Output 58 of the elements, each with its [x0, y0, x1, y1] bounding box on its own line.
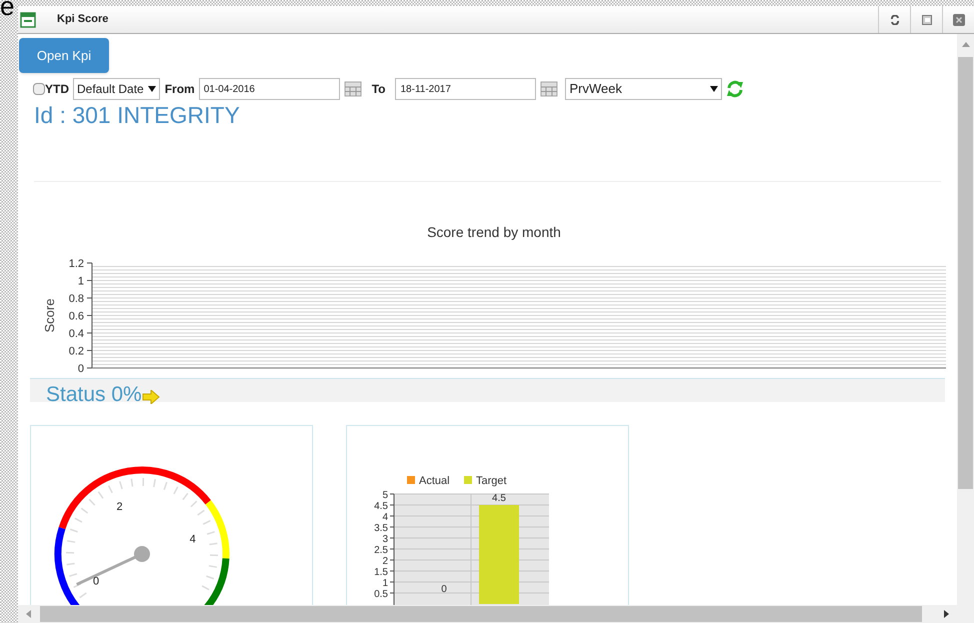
caret-icon	[710, 86, 718, 92]
status-label: Status 0%	[46, 384, 142, 406]
from-date-field[interactable]: 01-04-2016	[198, 78, 340, 100]
y-tick-label: 2	[382, 556, 388, 567]
arrow-icon	[142, 390, 160, 404]
y-tick-label: 1	[78, 276, 84, 288]
y-tick-label: 0.4	[68, 328, 84, 340]
y-tick-label: 0.8	[68, 293, 84, 305]
kpi-title: Id : 301 INTEGRITY	[34, 101, 241, 129]
y-tick-label: 0	[78, 363, 84, 375]
y-tick-label: 3	[382, 534, 388, 545]
clipped-text: e	[0, 0, 14, 19]
scroll-right-icon[interactable]	[944, 610, 949, 618]
axis-title: Score	[42, 298, 57, 332]
from-label: From	[164, 81, 195, 98]
y-tick-label: 5	[382, 490, 388, 501]
refresh-icon[interactable]	[726, 80, 744, 98]
period-select[interactable]: PrvWeek	[565, 78, 722, 100]
window-title: Kpi Score	[57, 12, 108, 28]
horizontal-scrollbar[interactable]	[18, 605, 974, 623]
y-tick-label: 1	[382, 578, 388, 589]
close-icon	[952, 14, 964, 26]
ytd-checkbox[interactable]	[33, 83, 45, 95]
legend-label: Actual	[419, 475, 450, 487]
reload-icon	[890, 14, 900, 24]
data-label: 0	[441, 584, 447, 595]
to-date-field[interactable]: 18-11-2017	[395, 78, 536, 100]
date-mode-select[interactable]: Default Date	[73, 78, 160, 100]
maximize-icon	[922, 14, 932, 24]
y-tick-label: 4	[382, 512, 388, 523]
window-icon	[20, 12, 36, 28]
calendar-icon[interactable]	[344, 80, 362, 98]
scroll-up-icon[interactable]	[962, 42, 970, 47]
scrollbar-thumb[interactable]	[958, 57, 973, 489]
data-label: 4.5	[492, 493, 506, 504]
gauge-label: 4	[190, 534, 196, 546]
y-tick-label: 0.5	[374, 589, 388, 600]
gauge-label: 0	[93, 576, 100, 588]
gauge-label: 2	[116, 500, 123, 513]
y-tick-label: 1.5	[374, 567, 388, 578]
scroll-left-icon[interactable]	[26, 610, 31, 618]
y-tick-label: 1.2	[68, 258, 84, 270]
y-tick-label: 4.5	[374, 501, 388, 512]
chart-title: Score trend by month	[427, 226, 561, 240]
to-label: To	[372, 81, 386, 98]
vertical-scrollbar[interactable]	[957, 34, 974, 605]
legend-label: Target	[476, 475, 507, 487]
open-kpi-button[interactable]: Open Kpi	[19, 38, 109, 73]
legend-swatch	[464, 476, 472, 484]
legend-swatch	[407, 476, 415, 484]
caret-icon	[148, 86, 156, 92]
y-tick-label: 3.5	[374, 523, 388, 534]
y-tick-label: 0.6	[68, 310, 84, 322]
y-tick-label: 0.2	[68, 346, 84, 358]
calendar-icon[interactable]	[540, 80, 558, 98]
y-tick-label: 2.5	[374, 545, 388, 556]
scrollbar-thumb[interactable]	[40, 606, 922, 622]
ytd-label: YTD	[45, 81, 69, 98]
